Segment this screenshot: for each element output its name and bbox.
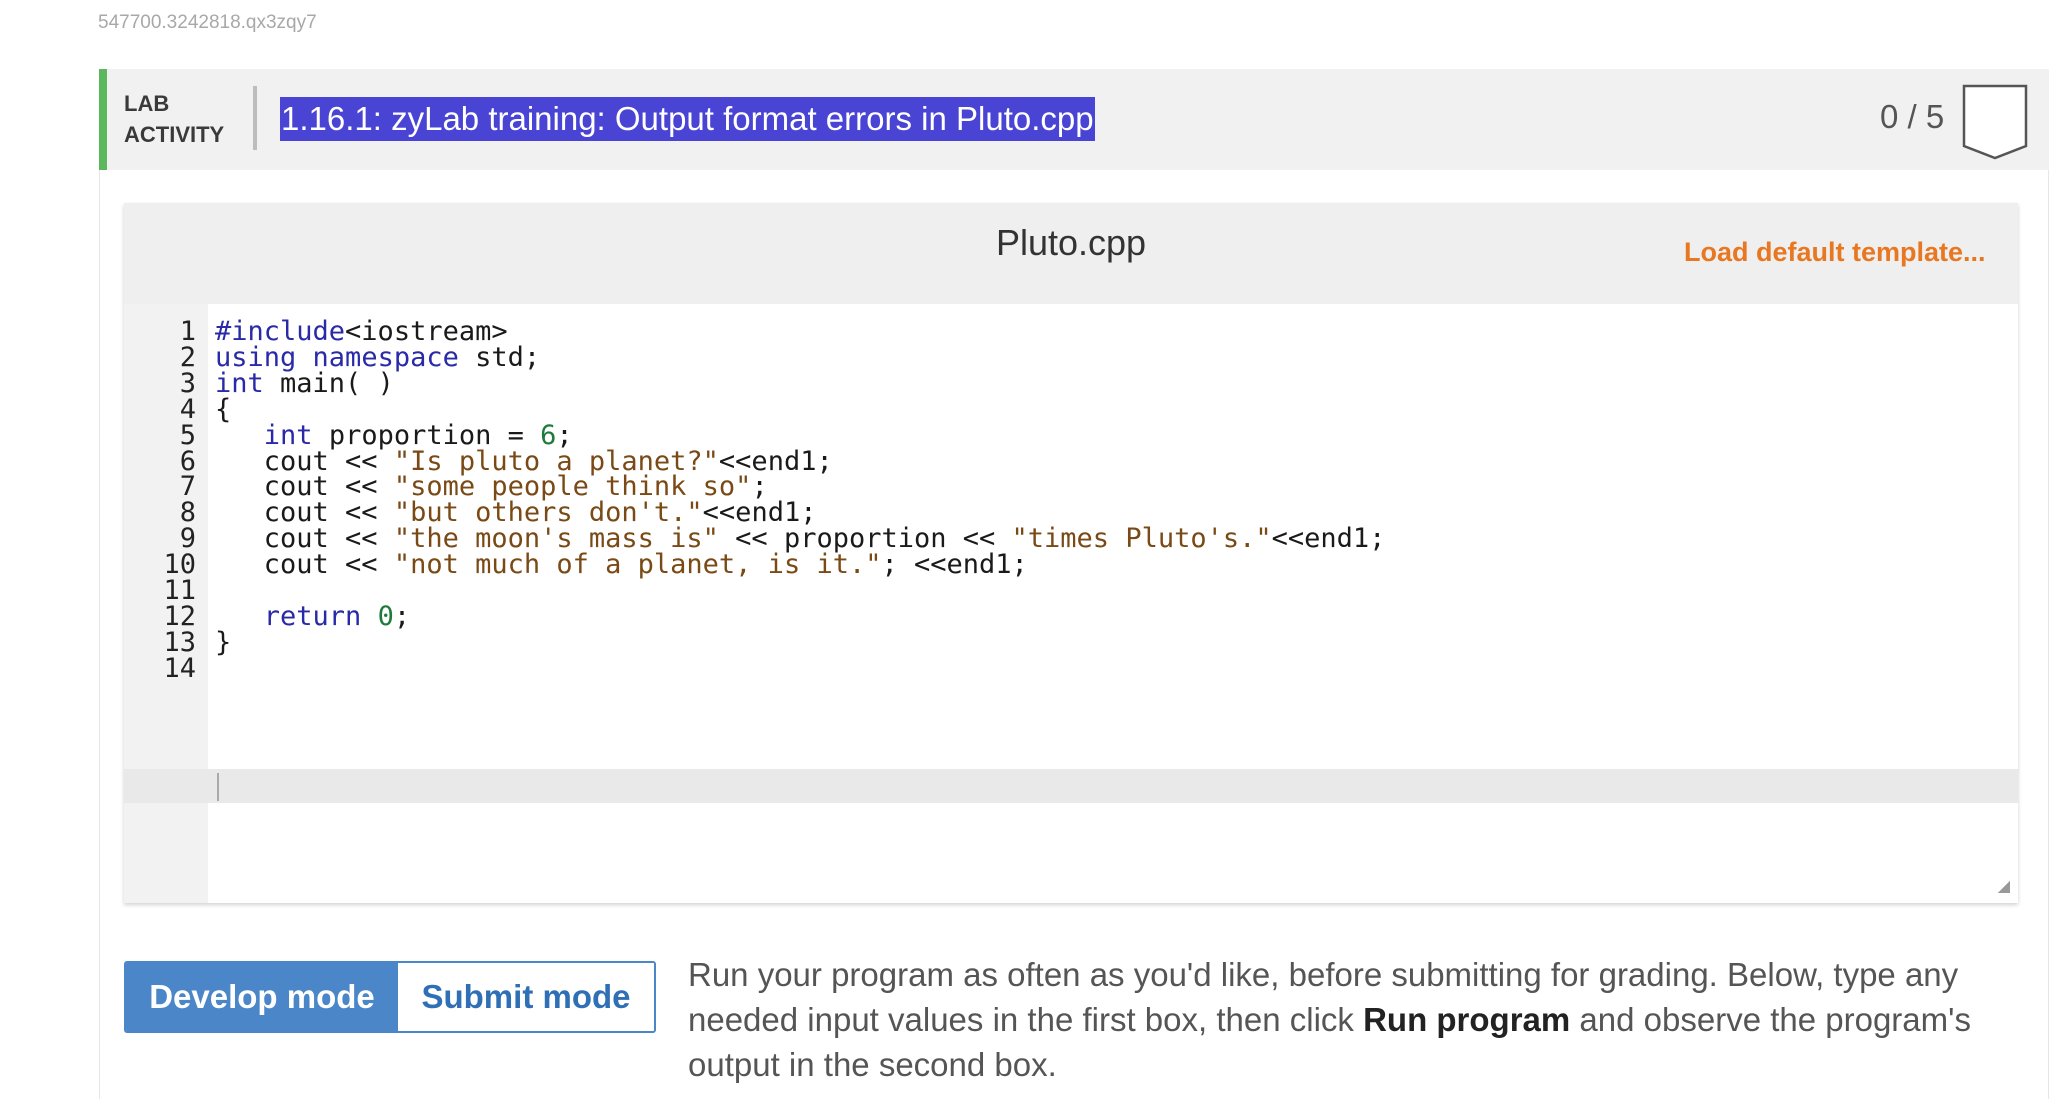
instructions-text: Run your program as often as you'd like,… <box>688 952 2018 1087</box>
text-cursor <box>217 773 219 801</box>
code-text: int main( ) <box>215 367 394 399</box>
resize-handle-icon[interactable]: ◢ <box>1998 876 2010 895</box>
code-text: } <box>215 626 232 658</box>
mode-toggle: Develop mode Submit mode <box>124 961 656 1033</box>
lab-label-line2: ACTIVITY <box>124 122 225 147</box>
completion-badge-icon <box>1962 84 2028 165</box>
code-text: return 0; <box>263 600 411 632</box>
run-program-emphasis: Run program <box>1363 1001 1571 1038</box>
activity-id-text: 547700.3242818.qx3zqy7 <box>98 12 317 33</box>
score-display: 0 / 5 <box>1880 98 1945 135</box>
lab-label-line1: LAB <box>124 91 170 116</box>
code-text: cout << "not much of a planet, is it."; … <box>215 549 1028 581</box>
lab-title: 1.16.1: zyLab training: Output format er… <box>280 97 1095 141</box>
code-editor-panel: Pluto.cpp Load default template... ◢ 1 #i… <box>124 203 2018 903</box>
code-editor[interactable]: ◢ 1 #include<iostream> 2 using namespace st… <box>124 304 2018 903</box>
develop-mode-button[interactable]: Develop mode <box>126 963 398 1031</box>
load-default-template-link[interactable]: Load default template... <box>1684 237 1986 268</box>
line-number: 14 <box>163 652 196 684</box>
submit-mode-button[interactable]: Submit mode <box>398 963 654 1031</box>
active-line-highlight <box>124 769 2018 803</box>
header-divider <box>253 86 257 150</box>
lab-activity-label: LAB ACTIVITY <box>124 88 224 150</box>
